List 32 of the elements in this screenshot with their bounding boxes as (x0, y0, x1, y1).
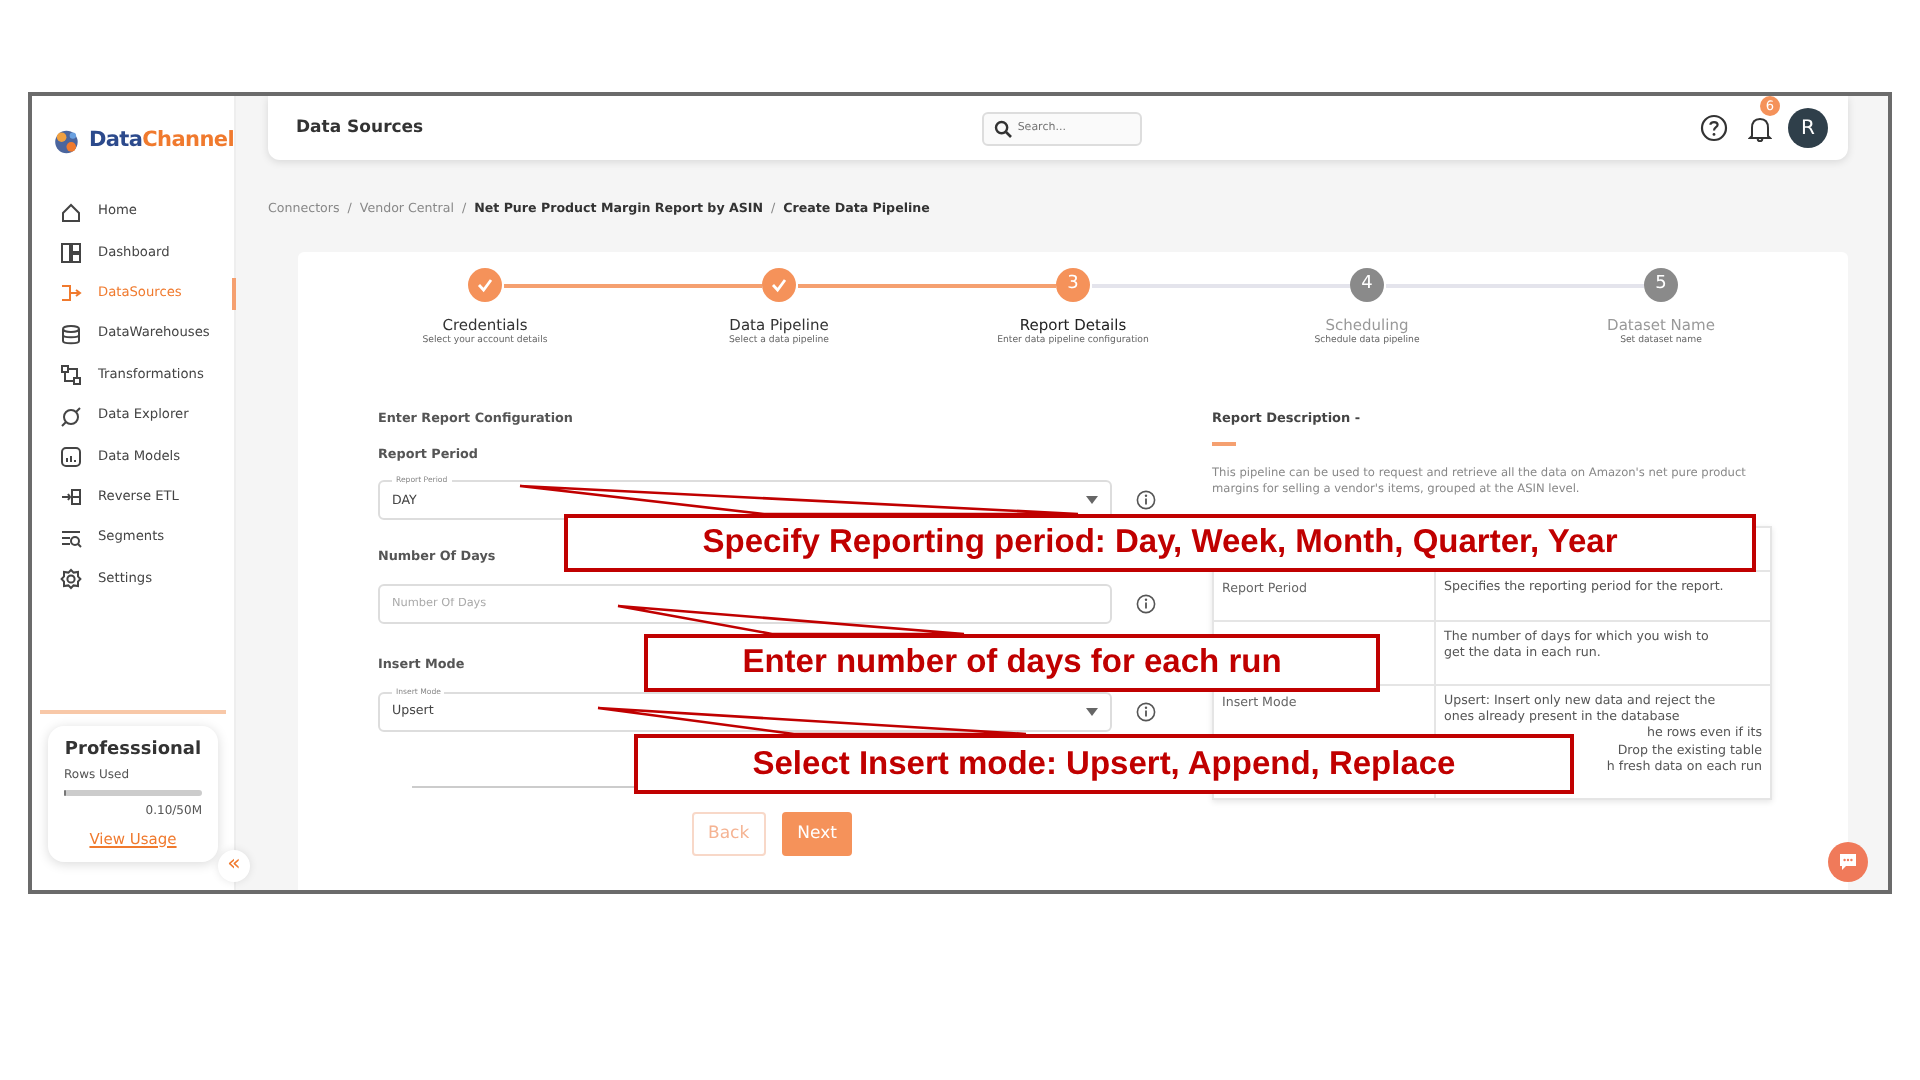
caret-icon (1086, 707, 1098, 716)
check-icon (476, 276, 494, 294)
layout-icon (60, 242, 82, 265)
database-icon (60, 323, 82, 346)
filter-icon (60, 527, 82, 550)
plan-title: Professsional (64, 738, 202, 765)
callout-tooltip: Enter number of days for each run (644, 634, 1380, 692)
compass-icon (60, 405, 82, 428)
check-icon (770, 276, 788, 294)
page-title: Data Sources (296, 115, 424, 141)
transform-icon (60, 364, 82, 387)
settings-icon (60, 568, 82, 591)
arrow-icon (60, 486, 82, 509)
speech-bubble-icon (1838, 852, 1858, 872)
source-icon (60, 282, 82, 305)
house-icon (60, 201, 82, 224)
brand-name: DataChannel (88, 126, 234, 157)
caret-icon (1086, 496, 1098, 505)
step-number: 5 (1644, 268, 1678, 302)
callout-tooltip: Specify Reporting period: Day, Week, Month, Quarter, Year (564, 514, 1756, 572)
bell-icon (1748, 116, 1772, 143)
step-number: 3 (1056, 268, 1090, 302)
info-icon[interactable] (1136, 490, 1156, 511)
user-avatar[interactable]: R (1788, 108, 1828, 148)
search-icon (993, 119, 1012, 137)
help-icon[interactable] (1700, 114, 1728, 142)
info-icon[interactable] (1136, 593, 1156, 614)
step-number: 4 (1350, 268, 1384, 302)
chat-button[interactable] (1828, 842, 1868, 882)
callout-tooltip: Select Insert mode: Upsert, Append, Replace (634, 734, 1574, 794)
info-icon[interactable] (1136, 701, 1156, 722)
chart-icon (60, 446, 82, 469)
